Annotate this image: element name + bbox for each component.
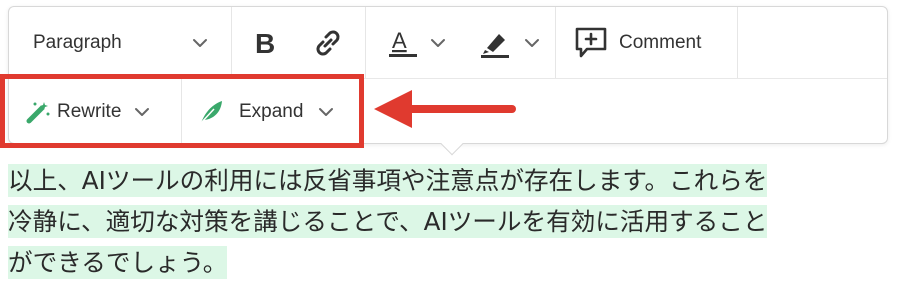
bold-icon: B: [255, 29, 275, 57]
link-button[interactable]: [311, 7, 347, 78]
chevron-down-icon: [193, 38, 207, 47]
svg-text:A: A: [392, 28, 407, 53]
bold-button[interactable]: B: [253, 7, 283, 78]
highlighter-icon: [481, 33, 509, 58]
annotation-highlight-box: [0, 74, 364, 148]
paragraph-line: ができるでしょう。: [8, 246, 228, 279]
link-icon: [316, 30, 340, 55]
divider: [365, 7, 366, 78]
paragraph-line: 以上、AIツールの利用には反省事項や注意点が存在します。これらを: [8, 164, 768, 197]
toolbar-row-formatting: Paragraph B A Comment: [9, 7, 887, 79]
arrow-left-icon: [374, 90, 516, 128]
comment-label: Comment: [619, 31, 702, 53]
highlight-color-button[interactable]: [479, 7, 551, 78]
comment-button[interactable]: Comment: [573, 7, 733, 78]
divider: [231, 7, 232, 78]
chevron-down-icon: [431, 38, 445, 47]
text-color-button[interactable]: A: [387, 7, 457, 78]
chevron-down-icon: [525, 38, 539, 47]
svg-text:B: B: [255, 29, 275, 57]
divider: [737, 7, 738, 78]
block-type-dropdown[interactable]: Paragraph: [33, 7, 223, 78]
block-type-label: Paragraph: [33, 31, 122, 53]
divider: [555, 7, 556, 78]
comment-icon: [575, 27, 607, 57]
paragraph-line: 冷静に、適切な対策を講じることで、AIツールを有効に活用すること: [8, 205, 768, 238]
selected-paragraph[interactable]: 以上、AIツールの利用には反省事項や注意点が存在します。これらを 冷静に、適切な…: [8, 160, 884, 283]
text-color-icon: A: [389, 28, 417, 57]
